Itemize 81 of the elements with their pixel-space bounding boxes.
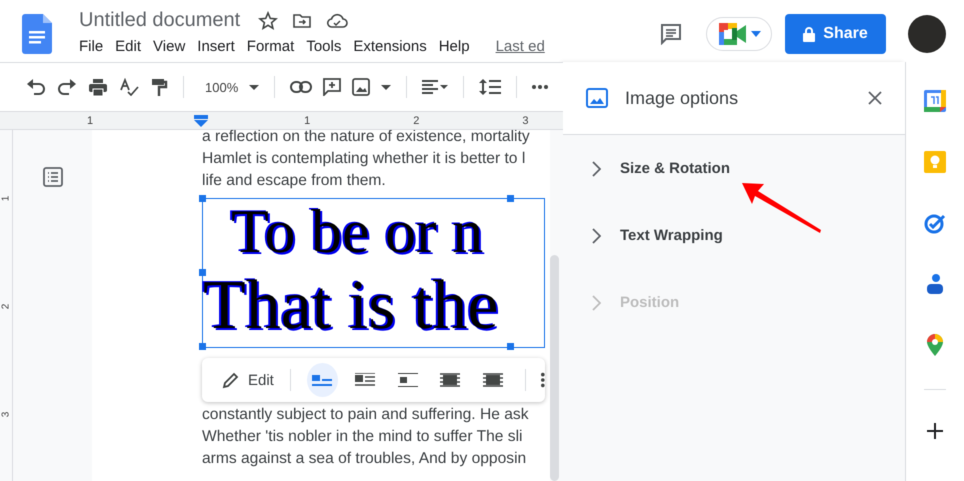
menu-item[interactable]: Insert: [191, 38, 241, 55]
outline-icon[interactable]: [42, 167, 62, 187]
chevron-right-icon: [591, 160, 601, 176]
lock-icon: [803, 26, 816, 42]
add-comment-icon[interactable]: [323, 78, 342, 96]
body-text-line: Whether 'tis nobler in the mind to suffer The sli: [202, 427, 522, 447]
menu-item[interactable]: Edit: [109, 38, 148, 55]
plus-icon[interactable]: [927, 423, 943, 439]
calendar-icon[interactable]: [924, 90, 946, 112]
person-icon[interactable]: [926, 273, 944, 295]
menu-item[interactable]: Extensions: [347, 38, 433, 55]
menu-item[interactable]: File: [73, 38, 110, 55]
text-wrap-icon: [440, 373, 460, 387]
meet-button[interactable]: [706, 17, 772, 51]
avatar[interactable]: [908, 15, 946, 53]
video-camera-icon: [719, 23, 747, 45]
ruler-number: 2: [0, 304, 12, 310]
document-title[interactable]: Untitled document: [79, 9, 240, 32]
zoom-select[interactable]: 100%: [205, 80, 238, 94]
close-icon[interactable]: [868, 91, 882, 105]
resize-handle[interactable]: [199, 343, 206, 350]
image-text-line: That is the: [203, 269, 498, 343]
edit-button[interactable]: Edit: [222, 371, 274, 389]
chevron-right-icon: [591, 294, 601, 310]
link-icon[interactable]: [290, 81, 312, 93]
resize-handle[interactable]: [199, 195, 206, 202]
chevron-right-icon: [591, 228, 601, 244]
printer-icon[interactable]: [88, 78, 108, 96]
image-text-line: To be or n: [231, 197, 484, 268]
share-button[interactable]: Share: [785, 14, 886, 54]
folder-icon[interactable]: [292, 12, 312, 30]
ruler-number: 2: [413, 114, 420, 126]
body-text-line: Hamlet is contemplating whether it is better to l: [202, 149, 526, 169]
wrap-option-button[interactable]: [306, 363, 338, 397]
check-circle-icon[interactable]: [924, 212, 946, 234]
resize-handle[interactable]: [507, 343, 514, 350]
menu-item[interactable]: Tools: [300, 38, 348, 55]
resize-handle[interactable]: [507, 195, 514, 202]
docs-logo-icon[interactable]: [22, 14, 52, 54]
image-icon[interactable]: [352, 78, 370, 96]
body-text-line: a reflection on the nature of existence, mortality: [202, 130, 530, 147]
panel-title: Image options: [625, 88, 738, 108]
more-icon[interactable]: [532, 85, 548, 89]
image-icon: [586, 88, 608, 108]
resize-handle[interactable]: [199, 269, 206, 276]
caret-icon: [751, 31, 761, 37]
caret-icon[interactable]: [381, 84, 392, 90]
ruler-number: 3: [0, 412, 12, 418]
scrollbar-thumb[interactable]: [550, 255, 559, 481]
last-edit-link[interactable]: Last ed: [496, 38, 545, 55]
ruler-number: 1: [87, 114, 94, 126]
spellcheck-icon[interactable]: [119, 78, 139, 96]
text-wrap-icon: [354, 373, 375, 387]
paint-roller-icon[interactable]: [150, 78, 168, 96]
undo-icon[interactable]: [26, 78, 46, 96]
more-vertical-icon[interactable]: [541, 372, 546, 388]
text-wrap-icon: [312, 373, 332, 387]
menu-item[interactable]: Format: [240, 38, 300, 55]
text-wrap-icon: [483, 373, 504, 387]
indent-marker-icon[interactable]: [194, 115, 208, 127]
section-toggle[interactable]: Size & Rotation: [563, 135, 736, 202]
cloud-check-icon[interactable]: [326, 12, 348, 28]
ruler-number: 3: [522, 114, 528, 126]
ruler-number: 1: [304, 114, 310, 126]
selected-image[interactable]: To be or n That is the: [202, 198, 545, 348]
ruler-number: 1: [0, 196, 12, 202]
body-text-line: arms against a sea of troubles, And by opposin: [202, 449, 526, 469]
section-toggle[interactable]: Text Wrapping: [563, 202, 729, 269]
redo-icon[interactable]: [57, 78, 77, 96]
map-pin-icon[interactable]: [927, 334, 943, 356]
text-wrap-icon: [398, 373, 418, 387]
star-icon[interactable]: [258, 10, 278, 30]
align-left-icon[interactable]: [422, 80, 448, 94]
comment-icon[interactable]: [660, 23, 682, 45]
pencil-icon: [222, 371, 240, 389]
body-text-line: constantly subject to pain and suffering. He ask: [202, 405, 529, 425]
body-text-line: life and escape from them.: [202, 171, 386, 191]
menu-item[interactable]: Help: [432, 38, 476, 55]
menu-item[interactable]: View: [147, 38, 192, 55]
line-spacing-icon[interactable]: [479, 78, 502, 96]
caret-icon[interactable]: [249, 84, 260, 90]
